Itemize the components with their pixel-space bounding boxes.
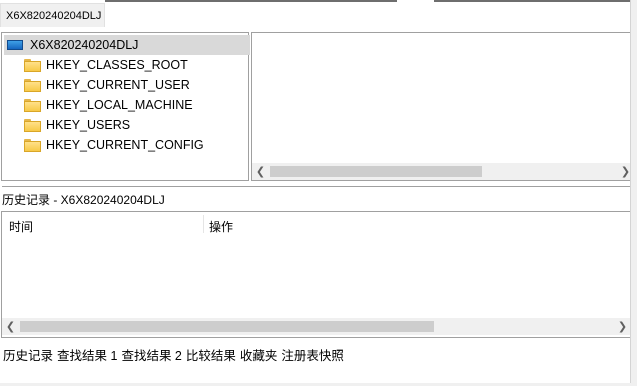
scroll-thumb[interactable] bbox=[270, 166, 482, 177]
panel-splitter[interactable] bbox=[2, 186, 630, 187]
tree-item-hkey-local-machine[interactable]: HKEY_LOCAL_MACHINE bbox=[24, 95, 193, 115]
scroll-thumb[interactable] bbox=[20, 321, 434, 332]
folder-icon bbox=[24, 138, 41, 152]
history-hscrollbar[interactable]: ❮ ❯ bbox=[2, 318, 631, 335]
tab-compare-results[interactable]: 比较结果 bbox=[186, 345, 236, 363]
tree-item-label: HKEY_CURRENT_USER bbox=[46, 78, 190, 92]
tree-item-hkey-users[interactable]: HKEY_USERS bbox=[24, 115, 130, 135]
computer-icon bbox=[7, 39, 23, 51]
values-panel[interactable]: ❮ ❯ bbox=[251, 32, 635, 181]
column-divider[interactable] bbox=[203, 215, 204, 233]
tree-item-label: HKEY_CURRENT_CONFIG bbox=[46, 138, 204, 152]
tree-item-label: HKEY_LOCAL_MACHINE bbox=[46, 98, 193, 112]
tree-root-label: X6X820240204DLJ bbox=[30, 38, 139, 52]
tree-item-hkey-current-user[interactable]: HKEY_CURRENT_USER bbox=[24, 75, 190, 95]
tree-item-label: HKEY_USERS bbox=[46, 118, 131, 132]
scroll-left-arrow-icon[interactable]: ❮ bbox=[2, 318, 19, 335]
history-list[interactable]: 时间 操作 ❮ ❯ bbox=[1, 211, 632, 338]
registry-tree[interactable]: X6X820240204DLJ HKEY_CLASSES_ROOT HKEY_C… bbox=[1, 32, 250, 181]
window-right-edge bbox=[630, 0, 637, 386]
computer-tab[interactable]: X6X820240204DLJ bbox=[0, 3, 105, 27]
tab-registry-snapshot[interactable]: 注册表快照 bbox=[281, 345, 344, 363]
tree-item-hkey-current-config[interactable]: HKEY_CURRENT_CONFIG bbox=[24, 135, 204, 155]
tab-search-results-1[interactable]: 查找结果 1 bbox=[57, 345, 117, 363]
tree-root-computer[interactable]: X6X820240204DLJ bbox=[4, 35, 250, 55]
tab-history[interactable]: 历史记录 bbox=[3, 345, 53, 363]
folder-icon bbox=[24, 98, 41, 112]
folder-icon bbox=[24, 118, 41, 132]
tree-item-label: HKEY_CLASSES_ROOT bbox=[46, 58, 188, 72]
tab-search-results-2[interactable]: 查找结果 2 bbox=[121, 345, 181, 363]
values-hscrollbar[interactable]: ❮ ❯ bbox=[252, 163, 634, 180]
folder-icon bbox=[24, 78, 41, 92]
tree-item-hkey-classes-root[interactable]: HKEY_CLASSES_ROOT bbox=[24, 55, 188, 75]
folder-icon bbox=[24, 58, 41, 72]
scroll-left-arrow-icon[interactable]: ❮ bbox=[252, 163, 269, 180]
top-divider-right bbox=[434, 0, 630, 2]
tab-favorites[interactable]: 收藏夹 bbox=[240, 345, 278, 363]
bottom-tab-bar: 历史记录 查找结果 1 查找结果 2 比较结果 收藏夹 注册表快照 bbox=[3, 345, 348, 363]
history-title: 历史记录 - X6X820240204DLJ bbox=[2, 193, 165, 207]
top-divider-left bbox=[105, 0, 397, 2]
column-header-operation[interactable]: 操作 bbox=[209, 218, 233, 235]
scroll-right-arrow-icon[interactable]: ❯ bbox=[614, 318, 631, 335]
column-header-time[interactable]: 时间 bbox=[9, 218, 33, 235]
